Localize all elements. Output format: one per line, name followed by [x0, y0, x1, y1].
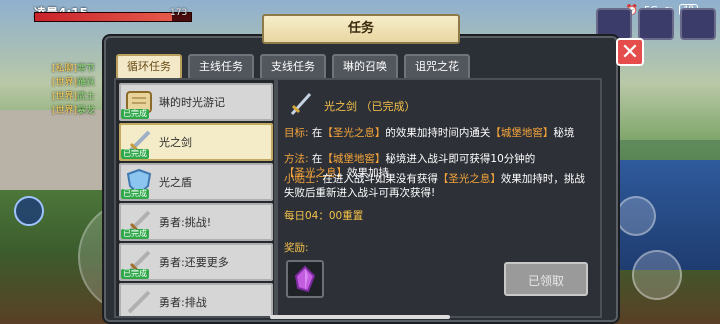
- chat-line: [世界]武士: [52, 92, 96, 102]
- tab-lin-summon[interactable]: 琳的召唤: [332, 54, 398, 80]
- completed-badge: 已完成: [121, 229, 149, 239]
- reward-label: 奖励:: [284, 242, 309, 254]
- tab-curse-flower[interactable]: 诅咒之花: [404, 54, 470, 80]
- tab-side-quests[interactable]: 支线任务: [260, 54, 326, 80]
- tab-main-quests[interactable]: 主线任务: [188, 54, 254, 80]
- quest-list[interactable]: 琳的时光游记 已完成 光之剑 已完成 光之盾 已完成 勇者:挑战! 已完成 勇者…: [114, 78, 276, 318]
- quest-item[interactable]: 琳的时光游记 已完成: [119, 83, 273, 121]
- crystal-icon: [294, 265, 316, 293]
- close-button[interactable]: ✕: [616, 38, 644, 66]
- quest-item[interactable]: 勇者:还要更多 已完成: [119, 243, 273, 281]
- quest-tabs: 循环任务 主线任务 支线任务 琳的召唤 诅咒之花: [116, 54, 470, 80]
- claimed-button[interactable]: 已领取: [504, 262, 588, 296]
- quest-item[interactable]: 勇者:挑战! 已完成: [119, 203, 273, 241]
- quest-tip: 小贴士: 在进入战斗如果没有获得【圣光之息】效果加持时，挑战失败后重新进入战斗可…: [284, 173, 585, 199]
- quest-detail-panel: 光之剑 （已完成） 目标: 在【圣光之息】的效果加持时间内通关【城堡地窖】秘境 …: [276, 78, 602, 318]
- sword-icon: [127, 290, 151, 314]
- jump-button[interactable]: [632, 250, 682, 300]
- quest-title: 光之剑 （已完成）: [324, 100, 416, 113]
- completed-badge: 已完成: [121, 149, 149, 159]
- chat-line: [世界]踊跃: [52, 78, 96, 88]
- gesture-nav-bar: [270, 315, 450, 319]
- completed-badge: 已完成: [121, 109, 149, 119]
- tab-loop-quests[interactable]: 循环任务: [116, 54, 182, 80]
- reward-item-slot[interactable]: [286, 260, 324, 298]
- sword-icon: [290, 92, 312, 116]
- chat-log: [私聊]寒节 [世界]踊跃 [世界]武士 [世界]暴龙: [52, 62, 95, 118]
- chat-line: [私聊]寒节: [52, 64, 96, 74]
- chat-toggle-button[interactable]: [14, 196, 44, 226]
- action-button[interactable]: [616, 196, 656, 236]
- daily-reset-text: 每日04：00重置: [284, 210, 364, 222]
- quest-item[interactable]: 光之盾 已完成: [119, 163, 273, 201]
- quest-item[interactable]: 光之剑 已完成: [119, 123, 273, 161]
- completed-badge: 已完成: [121, 189, 149, 199]
- health-value: 173: [170, 8, 188, 18]
- build-icon[interactable]: [680, 8, 716, 40]
- health-bar: [34, 12, 192, 22]
- window-title: 任务: [262, 14, 460, 44]
- quest-item[interactable]: 勇者:排战: [119, 283, 273, 316]
- background-building: [0, 110, 110, 190]
- chat-line: [世界]暴龙: [52, 106, 96, 116]
- quest-goal: 目标: 在【圣光之息】的效果加持时间内通关【城堡地窖】秘境: [284, 127, 575, 139]
- completed-badge: 已完成: [121, 269, 149, 279]
- backpack-icon[interactable]: [638, 8, 674, 40]
